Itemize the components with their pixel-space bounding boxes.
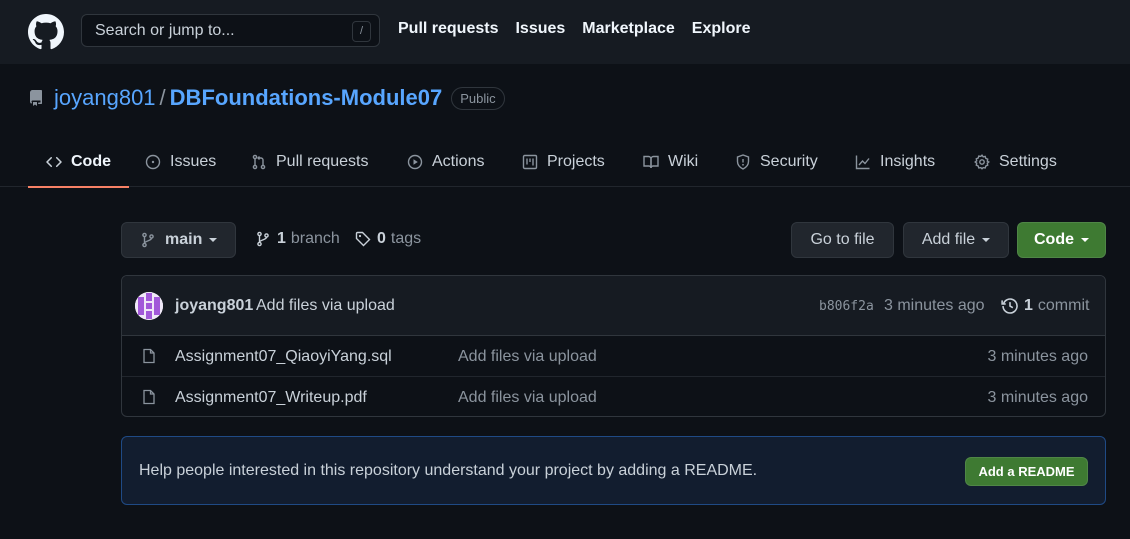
git-branch-icon	[257, 231, 269, 247]
commit-sha-link[interactable]: b806f2a	[819, 299, 874, 314]
file-icon	[143, 348, 155, 364]
chevron-down-icon	[982, 238, 991, 242]
file-commit-message-link[interactable]: Add files via upload	[458, 389, 597, 407]
chevron-down-icon	[1081, 238, 1089, 242]
repo-tabs: Code Issues Pull requests Actions Projec…	[0, 137, 1130, 188]
go-to-file-button[interactable]: Go to file	[791, 222, 894, 258]
project-icon	[522, 154, 538, 170]
branch-count-label: branch	[290, 230, 340, 247]
repo-name-link[interactable]: DBFoundations-Module07	[170, 85, 443, 111]
branch-select-button[interactable]: main	[121, 222, 236, 258]
branch-count: 1	[277, 230, 286, 247]
add-file-button[interactable]: Add file	[903, 222, 1009, 258]
issue-opened-icon	[145, 154, 161, 170]
github-logo-icon[interactable]	[28, 14, 64, 50]
tab-pull-requests-label: Pull requests	[276, 153, 369, 170]
git-branch-icon	[142, 232, 154, 248]
tab-settings[interactable]: Settings	[974, 137, 1057, 187]
add-readme-label: Add a README	[978, 464, 1075, 479]
nav-issues[interactable]: Issues	[515, 20, 565, 38]
search-placeholder: Search or jump to...	[95, 21, 235, 39]
graph-icon	[855, 155, 870, 170]
pull-request-icon	[252, 154, 266, 170]
tab-projects[interactable]: Projects	[522, 137, 605, 187]
tag-count-label: tags	[390, 230, 422, 247]
tag-count: 0	[377, 230, 386, 247]
commit-message-link[interactable]: Add files via upload	[256, 297, 395, 315]
chevron-down-icon	[209, 238, 218, 242]
tab-projects-label: Projects	[547, 153, 605, 170]
tab-insights[interactable]: Insights	[855, 137, 935, 187]
tag-icon	[355, 231, 371, 247]
go-to-file-label: Go to file	[810, 231, 875, 248]
shield-icon	[736, 154, 750, 170]
book-icon	[643, 155, 659, 169]
tab-code-label: Code	[71, 153, 111, 170]
identicon-icon	[135, 292, 163, 320]
tags-link[interactable]: 0 tags	[355, 230, 421, 248]
readme-prompt-text: Help people interested in this repositor…	[139, 462, 758, 479]
search-input[interactable]: Search or jump to... /	[81, 14, 380, 47]
tab-actions-label: Actions	[432, 153, 485, 170]
tab-wiki-label: Wiki	[668, 153, 699, 170]
commit-history-link[interactable]: 1 commit	[1001, 297, 1089, 315]
commit-time: 3 minutes ago	[884, 297, 985, 314]
nav-marketplace[interactable]: Marketplace	[582, 20, 675, 38]
repo-icon	[29, 90, 42, 106]
code-button-label: Code	[1034, 231, 1074, 248]
tab-issues[interactable]: Issues	[145, 137, 216, 187]
code-dropdown-button[interactable]: Code	[1017, 222, 1106, 258]
tab-actions[interactable]: Actions	[407, 137, 484, 187]
add-readme-button[interactable]: Add a README	[965, 457, 1088, 486]
tab-settings-label: Settings	[999, 153, 1057, 170]
nav-pull-requests[interactable]: Pull requests	[398, 20, 498, 38]
commit-count-label: commit	[1037, 297, 1090, 314]
file-row: Assignment07_Writeup.pdf Add files via u…	[122, 376, 1105, 416]
readme-prompt-banner: Help people interested in this repositor…	[121, 436, 1106, 505]
avatar[interactable]	[135, 292, 163, 320]
file-icon	[143, 389, 155, 405]
repo-header: joyang801 / DBFoundations-Module07 Publi…	[28, 84, 505, 112]
history-icon	[1001, 298, 1018, 314]
tab-pull-requests[interactable]: Pull requests	[251, 137, 369, 187]
latest-commit-bar: joyang801 Add files via upload b806f2a 3…	[122, 276, 1105, 336]
gear-icon	[974, 154, 990, 170]
file-age: 3 minutes ago	[987, 389, 1088, 406]
repo-owner-link[interactable]: joyang801	[54, 85, 156, 111]
current-branch-label: main	[165, 231, 203, 248]
file-commit-message-link[interactable]: Add files via upload	[458, 348, 597, 366]
nav-explore[interactable]: Explore	[692, 20, 751, 38]
repo-path-separator: /	[159, 85, 166, 110]
file-name-link[interactable]: Assignment07_Writeup.pdf	[175, 389, 367, 407]
tab-security[interactable]: Security	[735, 137, 818, 187]
visibility-badge: Public	[451, 86, 505, 110]
commit-author-link[interactable]: joyang801	[175, 297, 253, 315]
global-nav: Pull requests Issues Marketplace Explore	[398, 20, 767, 38]
tab-code[interactable]: Code	[28, 137, 129, 188]
file-browser: joyang801 Add files via upload b806f2a 3…	[121, 275, 1106, 417]
add-file-label: Add file	[921, 231, 976, 248]
file-row: Assignment07_QiaoyiYang.sql Add files vi…	[122, 336, 1105, 376]
tab-security-label: Security	[760, 153, 818, 170]
global-header: Search or jump to... / Pull requests Iss…	[0, 0, 1130, 64]
file-name-link[interactable]: Assignment07_QiaoyiYang.sql	[175, 348, 392, 366]
branches-link[interactable]: 1 branch	[255, 230, 340, 248]
file-age: 3 minutes ago	[987, 348, 1088, 365]
tab-wiki[interactable]: Wiki	[643, 137, 698, 187]
tab-issues-label: Issues	[170, 153, 217, 170]
code-icon	[46, 156, 62, 168]
play-icon	[407, 154, 423, 170]
commit-count: 1	[1024, 297, 1033, 314]
tab-insights-label: Insights	[880, 153, 936, 170]
search-shortcut-key: /	[352, 21, 371, 42]
